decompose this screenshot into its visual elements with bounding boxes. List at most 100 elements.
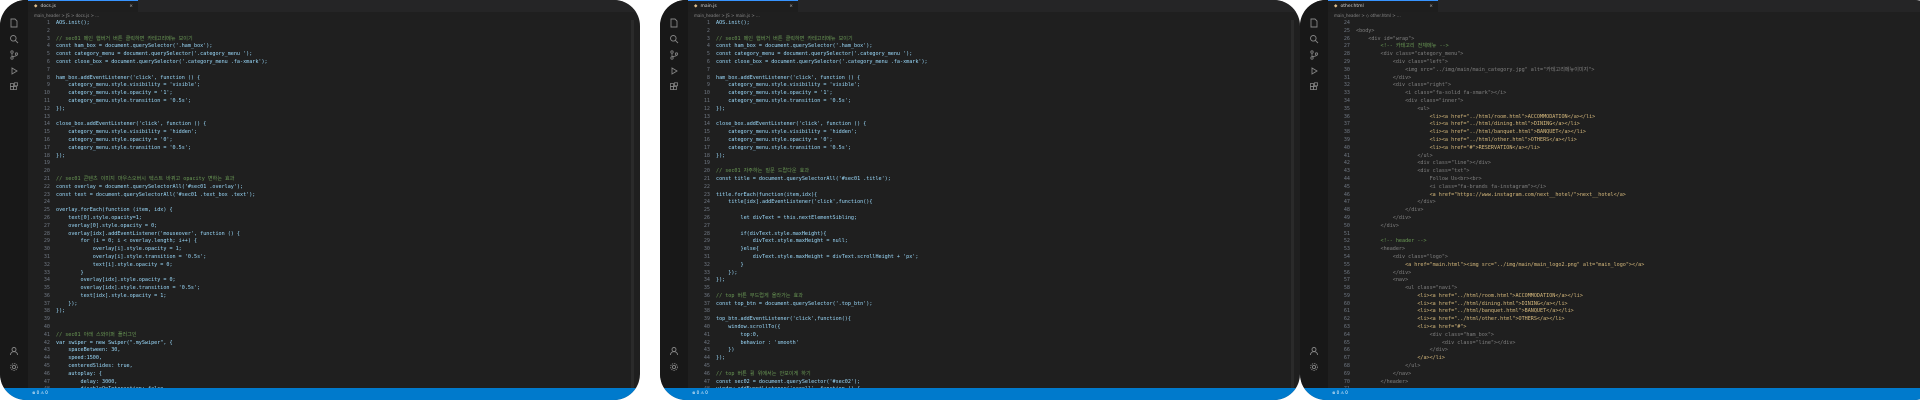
code-text: <li><a href="../html/room.html">ACCOMMOD… <box>1356 113 1596 120</box>
code-text: category_menu.style.opacity = '1'; <box>716 90 833 97</box>
line-number: 20 <box>703 168 710 175</box>
editor-tab[interactable]: ◆ main.js × <box>688 0 798 12</box>
line-number: 26 <box>703 214 710 221</box>
code-text: close_box.addEventListener('click', func… <box>716 121 867 128</box>
code-line: 33 <i class="fa-solid fa-xmark"></i> <box>1328 90 1920 98</box>
code-text: title.forEach(function(item,idx){ <box>716 191 818 198</box>
code-line: 16 category_menu.style.opacity = '0'; <box>688 137 1300 145</box>
editor-tab[interactable]: ◆ docs.js × <box>28 0 138 12</box>
scrollbar[interactable] <box>631 20 634 388</box>
line-number: 66 <box>1343 347 1350 354</box>
code-line: 10 category_menu.style.opacity = '1'; <box>28 90 640 98</box>
code-line: 24 title[idx].addEventListener('click',f… <box>688 199 1300 207</box>
line-number: 46 <box>1343 191 1350 198</box>
line-number: 37 <box>703 300 710 307</box>
line-number: 31 <box>43 253 50 260</box>
run-debug-icon[interactable] <box>1309 66 1319 76</box>
code-line: 58 <ul class="navi"> <box>1328 285 1920 293</box>
run-debug-icon[interactable] <box>9 66 19 76</box>
editor-tab[interactable]: ◆ other.html × <box>1328 0 1438 12</box>
breadcrumb[interactable]: main_header > JS > main.js > ... <box>688 12 1300 20</box>
problems-indicator[interactable]: ⊗ 0 ⚠ 0 <box>32 388 48 398</box>
code-editor[interactable]: 1 AOS.init(); 2 3 // sec01 메인 햄버거 버튼 클릭하면 카테… <box>28 20 640 388</box>
problems-indicator[interactable]: ⊗ 0 ⚠ 0 <box>1332 388 1348 398</box>
scrollbar[interactable] <box>1291 20 1294 388</box>
code-text: }); <box>56 308 66 315</box>
code-line: 37 }); <box>28 301 640 309</box>
account-icon[interactable] <box>1309 346 1319 356</box>
line-number: 44 <box>1343 175 1350 182</box>
extensions-icon[interactable] <box>669 82 679 92</box>
line-number: 8 <box>706 74 710 81</box>
account-icon[interactable] <box>669 346 679 356</box>
breadcrumb[interactable]: main_header > ◇ other.html > ... <box>1328 12 1920 20</box>
code-line: 25 <body> <box>1328 28 1920 36</box>
close-icon[interactable]: × <box>789 1 793 12</box>
files-icon[interactable] <box>9 18 19 28</box>
code-text: <img src="../img/main/main_category.jpg"… <box>1356 66 1595 73</box>
code-line: 46 autoplay: { <box>28 371 640 379</box>
line-number: 26 <box>1343 35 1350 42</box>
line-number: 20 <box>43 168 50 175</box>
extensions-icon[interactable] <box>1309 82 1319 92</box>
source-control-icon[interactable] <box>669 50 679 60</box>
files-icon[interactable] <box>1309 18 1319 28</box>
account-icon[interactable] <box>9 346 19 356</box>
code-text: divText.style.maxHeight = divText.scroll… <box>716 253 919 260</box>
settings-gear-icon[interactable] <box>669 362 679 372</box>
code-line: 40 window.scrollTo({ <box>688 324 1300 332</box>
code-text: overlay[0].style.opacity = 0; <box>56 222 158 229</box>
line-number: 39 <box>1343 136 1350 143</box>
extensions-icon[interactable] <box>9 82 19 92</box>
code-text: <i class="fa-solid fa-xmark"></i> <box>1356 90 1507 97</box>
breadcrumb[interactable]: main_header > JS > docs.js > ... <box>28 12 640 20</box>
line-number: 2 <box>706 27 710 34</box>
line-number: 39 <box>703 316 710 323</box>
line-number: 12 <box>703 105 710 112</box>
code-text: var swiper = new Swiper(".mySwiper", { <box>56 339 173 346</box>
search-icon[interactable] <box>9 34 19 44</box>
code-text: Follow Us<br><br> <box>1356 175 1482 182</box>
line-number: 45 <box>1343 183 1350 190</box>
code-line: 7 <box>28 67 640 75</box>
files-icon[interactable] <box>669 18 679 28</box>
settings-gear-icon[interactable] <box>9 362 19 372</box>
line-number: 30 <box>703 246 710 253</box>
code-text: }); <box>56 105 66 112</box>
code-text: </a></li> <box>1356 355 1445 362</box>
run-debug-icon[interactable] <box>669 66 679 76</box>
close-icon[interactable]: × <box>1429 1 1433 12</box>
line-number: 28 <box>1343 51 1350 58</box>
tab-bar: ◆ docs.js × <box>0 0 640 12</box>
search-icon[interactable] <box>669 34 679 44</box>
code-line: 12}); <box>28 106 640 114</box>
close-icon[interactable]: × <box>129 1 133 12</box>
code-line: 70 </header> <box>1328 379 1920 387</box>
code-editor[interactable]: 24 25 <body> 26 <div id="wrap"> 27 <!-- 카테고리… <box>1328 20 1920 388</box>
line-number: 28 <box>43 230 50 237</box>
code-line: 6 const close_box = document.querySelecto… <box>688 59 1300 67</box>
tab-label: docs.js <box>40 4 56 9</box>
code-text: const ham_box = document.querySelector('… <box>716 43 873 50</box>
code-line: 9 category_menu.style.visibility = 'visi… <box>688 82 1300 90</box>
code-text: }); <box>716 277 726 284</box>
source-control-icon[interactable] <box>1309 50 1319 60</box>
source-control-icon[interactable] <box>9 50 19 60</box>
settings-gear-icon[interactable] <box>1309 362 1319 372</box>
line-number: 44 <box>703 355 710 362</box>
line-number: 1 <box>706 20 710 26</box>
code-line: 39 top_btn.addEventListener('click',funct… <box>688 316 1300 324</box>
code-text: overlay[i].style.opacity = 1; <box>56 246 182 253</box>
line-number: 4 <box>46 43 50 50</box>
code-text: }) <box>716 347 735 354</box>
line-number: 17 <box>703 144 710 151</box>
code-editor[interactable]: 1 AOS.init(); 2 3 // sec01 메인 햄버거 버튼 클릭하면 카테… <box>688 20 1300 388</box>
problems-indicator[interactable]: ⊗ 0 ⚠ 0 <box>692 388 708 398</box>
code-text: <!-- 카테고리 전체메뉴 --> <box>1356 43 1449 50</box>
line-number: 13 <box>703 113 710 120</box>
code-text: </nav> <box>1356 370 1412 377</box>
code-line: 33 } <box>28 270 640 278</box>
line-number: 21 <box>43 175 50 182</box>
code-line: 41 top:0, <box>688 332 1300 340</box>
search-icon[interactable] <box>1309 34 1319 44</box>
